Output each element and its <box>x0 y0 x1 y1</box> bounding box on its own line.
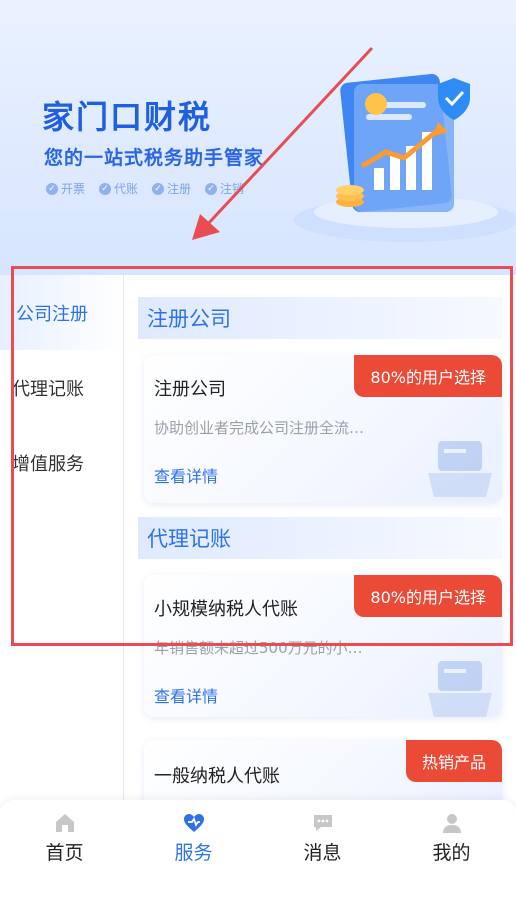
feature-item: ✓ 注册 <box>152 180 191 197</box>
check-circle-icon: ✓ <box>152 182 165 195</box>
hero-banner: 家门口财税 您的一站式税务助手管家 ✓ 开票 ✓ 代账 ✓ 注册 ✓ 注销 <box>0 0 516 275</box>
tab-profile[interactable]: 我的 <box>387 800 516 904</box>
sidebar-item-value-added[interactable]: 增值服务 <box>0 425 123 500</box>
document-box-icon <box>428 661 492 717</box>
service-card[interactable]: 一般纳税人代账 热销产品 <box>144 740 502 800</box>
service-list: 注册公司 注册公司 协助创业者完成公司注册全流… 查看详情 80%的用户选择 代… <box>124 275 516 800</box>
feature-item: ✓ 开票 <box>46 180 85 197</box>
feature-label: 注册 <box>167 182 192 196</box>
service-card[interactable]: 小规模纳税人代账 年销售额未超过500万元的小… 查看详情 80%的用户选择 <box>144 575 502 717</box>
card-title: 小规模纳税人代账 <box>154 599 298 620</box>
category-sidebar: 公司注册 代理记账 增值服务 <box>0 275 124 800</box>
popularity-badge: 80%的用户选择 <box>354 575 502 617</box>
feature-label: 开票 <box>61 182 86 196</box>
finance-document-illustration <box>294 73 516 242</box>
card-description: 协助创业者完成公司注册全流… <box>154 419 365 437</box>
section-title: 代理记账 <box>138 517 502 559</box>
bottom-tab-bar: 首页 服务 消息 我的 <box>0 800 516 904</box>
card-title: 注册公司 <box>154 379 226 400</box>
section-title: 注册公司 <box>138 297 502 339</box>
feature-item: ✓ 代账 <box>99 180 138 197</box>
document-box-icon <box>428 441 492 497</box>
feature-label: 注销 <box>220 182 245 196</box>
view-details-link[interactable]: 查看详情 <box>154 463 218 487</box>
check-circle-icon: ✓ <box>205 182 218 195</box>
tab-label: 消息 <box>303 842 342 864</box>
message-icon <box>313 815 332 831</box>
hot-product-badge: 热销产品 <box>405 740 502 782</box>
check-circle-icon: ✓ <box>99 182 112 195</box>
sidebar-item-company-registration[interactable]: 公司注册 <box>0 275 123 350</box>
view-details-link[interactable]: 查看详情 <box>154 683 218 707</box>
card-description: 年销售额未超过500万元的小… <box>154 639 363 657</box>
home-icon <box>55 814 74 832</box>
user-icon <box>442 814 461 833</box>
tab-label: 首页 <box>45 842 84 864</box>
tab-label: 我的 <box>432 842 471 864</box>
check-circle-icon: ✓ <box>46 182 58 195</box>
service-heart-icon <box>183 814 204 832</box>
service-content: 公司注册 代理记账 增值服务 注册公司 注册公司 协助创业者完成公司注册全流… … <box>0 275 516 800</box>
sidebar-item-bookkeeping[interactable]: 代理记账 <box>0 350 123 425</box>
feature-list: ✓ 开票 ✓ 代账 ✓ 注册 ✓ 注销 <box>46 180 244 197</box>
tab-home[interactable]: 首页 <box>0 800 129 904</box>
service-card[interactable]: 注册公司 协助创业者完成公司注册全流… 查看详情 80%的用户选择 <box>144 355 502 503</box>
popularity-badge: 80%的用户选择 <box>354 355 502 397</box>
feature-label: 代账 <box>114 182 139 196</box>
card-title: 一般纳税人代账 <box>154 766 280 787</box>
banner-subtitle: 您的一站式税务助手管家 <box>44 147 265 169</box>
tab-messages[interactable]: 消息 <box>258 800 387 904</box>
tab-label: 服务 <box>174 842 213 864</box>
tab-service[interactable]: 服务 <box>129 800 258 904</box>
feature-item: ✓ 注销 <box>205 180 244 197</box>
banner-title: 家门口财税 <box>42 98 213 136</box>
